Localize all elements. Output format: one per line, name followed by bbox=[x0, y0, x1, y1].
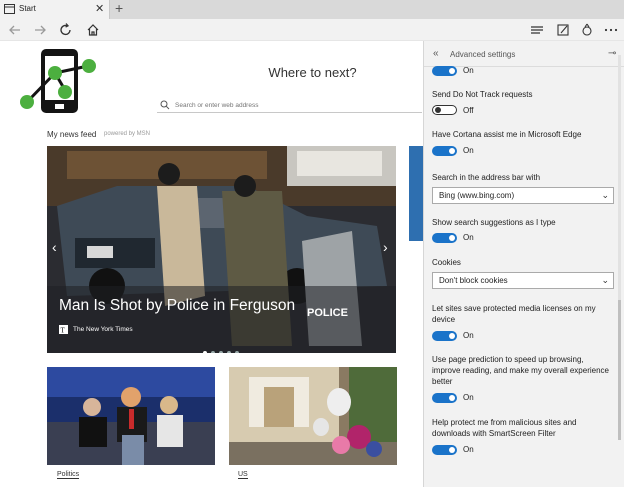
carousel-prev-icon[interactable]: ‹ bbox=[52, 239, 57, 255]
home-icon[interactable] bbox=[84, 22, 102, 38]
toggle-switch[interactable] bbox=[432, 66, 457, 76]
weather-tile bbox=[409, 146, 423, 241]
politics-photo bbox=[47, 367, 215, 465]
cortana-state: On bbox=[463, 146, 474, 155]
news-feed-title: My news feed bbox=[47, 130, 97, 139]
toggle-state: On bbox=[463, 66, 474, 75]
chevron-down-icon: ⌄ bbox=[601, 190, 609, 200]
more-icon[interactable] bbox=[602, 22, 620, 38]
search-input[interactable] bbox=[175, 98, 415, 112]
back-icon[interactable] bbox=[6, 22, 24, 38]
setting-label-cookies: Cookies bbox=[432, 258, 461, 267]
panel-title: Advanced settings bbox=[450, 50, 516, 59]
carousel-dot[interactable] bbox=[227, 351, 231, 353]
tab-title: Start bbox=[19, 4, 36, 13]
search-icon bbox=[160, 100, 170, 110]
pin-icon[interactable]: ⊸ bbox=[608, 48, 616, 59]
chevron-down-icon: ⌄ bbox=[601, 275, 609, 285]
us-caption-bar bbox=[229, 465, 397, 487]
search-suggestions-state: On bbox=[463, 233, 474, 242]
carousel-dot[interactable] bbox=[211, 351, 215, 353]
setting-label-page-prediction: Use page prediction to speed up browsing… bbox=[432, 355, 609, 386]
forward-icon[interactable] bbox=[31, 22, 49, 38]
news-card-politics[interactable] bbox=[47, 367, 215, 465]
share-icon[interactable] bbox=[578, 22, 596, 38]
title-bar: Start ✕ + bbox=[0, 0, 624, 19]
police-shield-text: POLICE bbox=[307, 307, 348, 319]
page-icon bbox=[4, 4, 15, 14]
panel-scrollbar-thumb[interactable] bbox=[618, 300, 621, 440]
card-label-politics[interactable]: Politics bbox=[57, 471, 80, 479]
cookies-value: Don't block cookies bbox=[439, 276, 508, 285]
setting-label-search-engine: Search in the address bar with bbox=[432, 173, 541, 182]
do-not-track-state: Off bbox=[463, 106, 474, 115]
setting-label-search-suggestions: Show search suggestions as I type bbox=[432, 218, 556, 227]
hero-news-card[interactable]: POLICE ‹ › Man Is Shot by Police in Ferg… bbox=[47, 146, 396, 353]
page-prediction-toggle[interactable] bbox=[432, 393, 457, 403]
page-prediction-state: On bbox=[463, 393, 474, 402]
advanced-settings-panel: « Advanced settings ⊸ On Send Do Not Tra… bbox=[423, 41, 624, 487]
news-card-us[interactable] bbox=[229, 367, 397, 465]
cookies-dropdown[interactable]: Don't block cookies ⌄ bbox=[432, 272, 614, 289]
close-tab-icon[interactable]: ✕ bbox=[95, 2, 104, 15]
hero-headline[interactable]: Man Is Shot by Police in Ferguson bbox=[59, 297, 295, 315]
refresh-icon[interactable] bbox=[57, 22, 75, 38]
hero-photo: POLICE bbox=[47, 146, 396, 353]
hub-icon[interactable] bbox=[528, 22, 546, 38]
search-box[interactable] bbox=[157, 97, 422, 113]
carousel-next-icon[interactable]: › bbox=[383, 239, 388, 255]
tab-start[interactable]: Start ✕ bbox=[0, 0, 110, 19]
back-to-settings-icon[interactable]: « bbox=[433, 48, 439, 59]
search-engine-value: Bing (www.bing.com) bbox=[439, 191, 515, 200]
smartscreen-state: On bbox=[463, 445, 474, 454]
media-licenses-state: On bbox=[463, 331, 474, 340]
navigation-bar bbox=[0, 19, 624, 41]
media-licenses-toggle[interactable] bbox=[432, 331, 457, 341]
search-suggestions-toggle[interactable] bbox=[432, 233, 457, 243]
search-engine-dropdown[interactable]: Bing (www.bing.com) ⌄ bbox=[432, 187, 614, 204]
powered-by-label: powered by MSN bbox=[104, 131, 151, 137]
page-title: Where to next? bbox=[268, 65, 357, 80]
source-logo-icon: T bbox=[59, 325, 68, 334]
setting-label-do-not-track: Send Do Not Track requests bbox=[432, 90, 533, 99]
new-tab-button[interactable]: + bbox=[115, 0, 123, 16]
smartscreen-toggle[interactable] bbox=[432, 445, 457, 455]
carousel-dot[interactable] bbox=[219, 351, 223, 353]
cortana-toggle[interactable] bbox=[432, 146, 457, 156]
us-photo bbox=[229, 367, 397, 465]
carousel-dot[interactable] bbox=[203, 351, 207, 353]
setting-label-cortana: Have Cortana assist me in Microsoft Edge bbox=[432, 130, 582, 139]
setting-label-media-licenses: Let sites save protected media licenses … bbox=[432, 304, 596, 324]
carousel-dot[interactable] bbox=[235, 351, 239, 353]
svg-text:T: T bbox=[61, 327, 66, 335]
hero-source: The New York Times bbox=[73, 326, 133, 333]
carousel-dots bbox=[203, 342, 243, 353]
setting-label-smartscreen: Help protect me from malicious sites and… bbox=[432, 418, 577, 438]
card-label-us[interactable]: US bbox=[238, 471, 248, 479]
phone-share-logo-icon bbox=[20, 49, 96, 113]
do-not-track-toggle[interactable] bbox=[432, 105, 457, 115]
web-note-icon[interactable] bbox=[554, 22, 572, 38]
